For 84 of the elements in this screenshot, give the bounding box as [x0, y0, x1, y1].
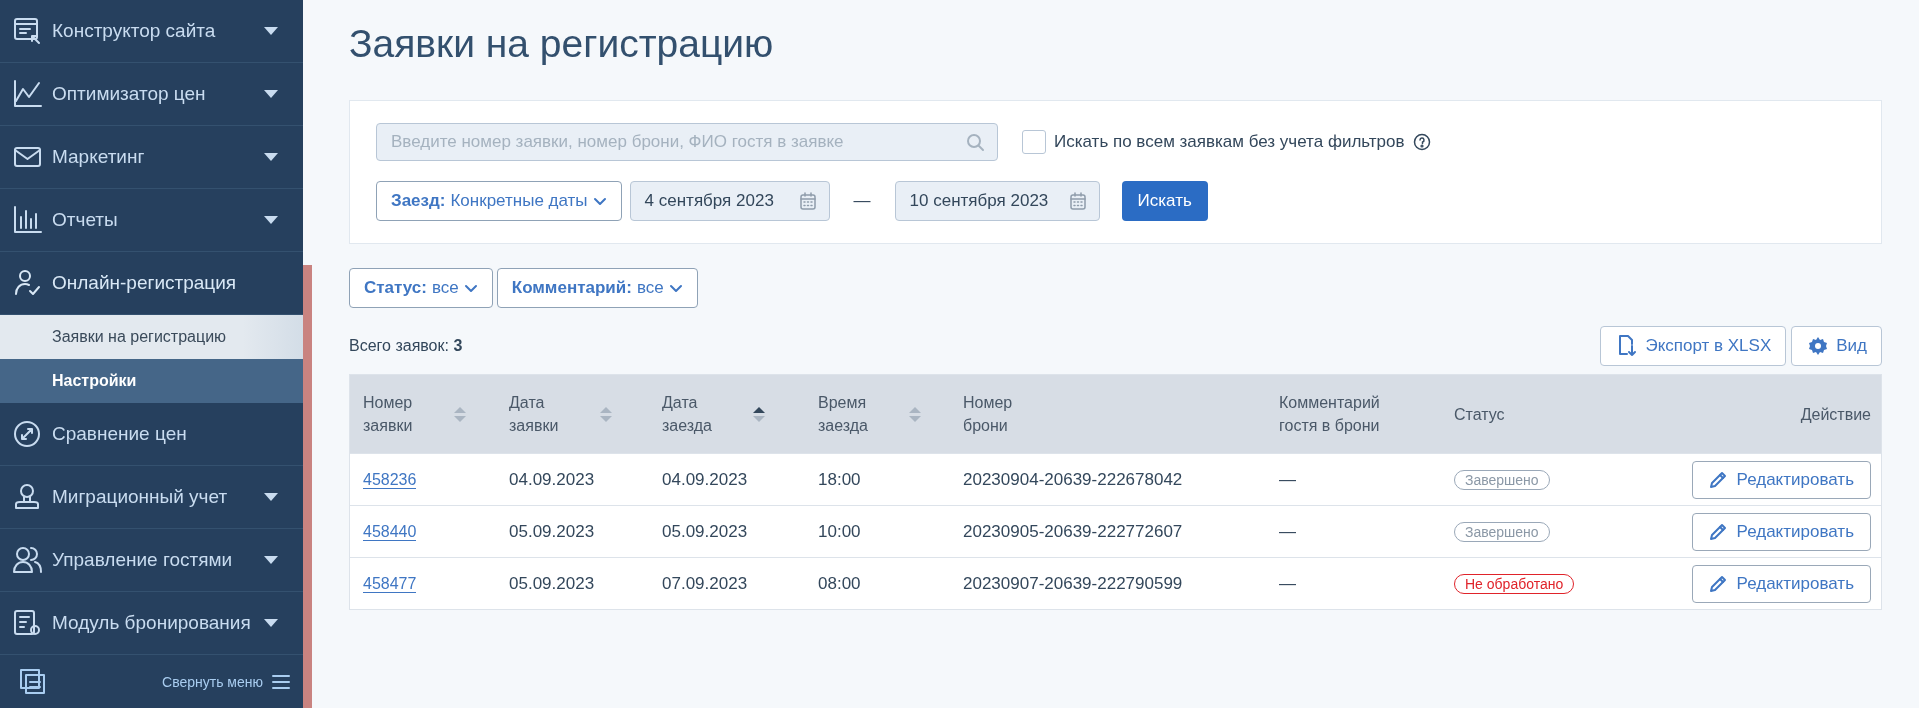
sidebar-item[interactable]: Отчеты — [0, 189, 303, 252]
gear-icon — [1808, 336, 1829, 356]
sidebar-item[interactable]: Модуль бронирования — [0, 592, 303, 655]
column-header: Номер брони — [962, 393, 1014, 436]
table-cell-text: — — [1278, 573, 1297, 594]
page-title: Заявки на регистрацию — [349, 22, 775, 66]
filter-dropdown[interactable]: Комментарий: все — [496, 268, 698, 308]
table-cell-text: 20230905-20639-222772607 — [962, 521, 1184, 542]
request-link[interactable]: 458440 — [363, 522, 417, 541]
table-cell-text: 05.09.2023 — [661, 521, 749, 542]
menu-icon — [271, 672, 291, 691]
table-cell-text: 08:00 — [817, 573, 862, 594]
table-cell-text: — — [1278, 521, 1297, 542]
people-icon — [12, 545, 42, 575]
collapse-menu-button[interactable]: Свернуть меню — [162, 672, 291, 691]
pencil-icon — [1708, 522, 1727, 541]
table-cell-text: 20230904-20639-222678042 — [962, 469, 1184, 490]
search-button[interactable]: Искать — [1121, 181, 1208, 221]
edit-button[interactable]: Редактировать — [1691, 512, 1871, 551]
column-header[interactable]: Дата заявки — [496, 391, 649, 437]
column-header[interactable]: Дата заезда — [649, 391, 805, 437]
scrollbar-thumb[interactable] — [303, 265, 312, 708]
pencil-icon — [1708, 470, 1727, 489]
calendar-icon — [798, 192, 817, 210]
caret-icon — [263, 152, 279, 162]
date-field[interactable]: 4 сентября 2023 — [629, 181, 830, 221]
bar-chart-icon — [12, 205, 42, 235]
date-type-dropdown[interactable]: Заезд: Конкретные даты — [376, 181, 622, 221]
export-button[interactable]: Экспорт в XLSX — [1600, 326, 1787, 366]
table-cell-text: 05.09.2023 — [508, 573, 596, 594]
table-cell-text: — — [1278, 469, 1297, 490]
edit-button[interactable]: Редактировать — [1691, 460, 1871, 499]
request-link[interactable]: 458236 — [363, 470, 417, 489]
search-field[interactable]: Введите номер заявки, номер брони, ФИО гостя в заявке — [376, 123, 998, 161]
submenu-item[interactable]: Настройки — [0, 359, 303, 403]
table-cell-text: 10:00 — [817, 521, 862, 542]
table-cell-text: 07.09.2023 — [661, 573, 749, 594]
help-icon — [1412, 133, 1431, 151]
caret-icon — [263, 555, 279, 565]
date-separator: — — [852, 191, 872, 211]
search-icon — [966, 132, 985, 152]
checkbox[interactable] — [1022, 130, 1046, 154]
checkbox-label: Искать по всем заявкам без учета фильтров — [1054, 132, 1405, 152]
request-link[interactable]: 458477 — [363, 574, 417, 593]
caret-icon — [263, 492, 279, 502]
sidebar-item[interactable]: Маркетинг — [0, 126, 303, 189]
filter-dropdown[interactable]: Статус: все — [349, 268, 493, 308]
caret-icon — [263, 618, 279, 628]
sidebar-item[interactable]: Миграционный учет — [0, 466, 303, 529]
calendar-icon — [1068, 192, 1087, 210]
table-cell-text: 04.09.2023 — [661, 469, 749, 490]
column-header[interactable]: Номер заявки — [350, 391, 496, 437]
search-input[interactable]: Введите номер заявки, номер брони, ФИО гостя в заявке — [389, 131, 960, 153]
windows-icon — [18, 666, 48, 697]
sidebar-item[interactable]: Конструктор сайта — [0, 0, 303, 63]
table-cell-text: 04.09.2023 — [508, 469, 596, 490]
sidebar-item[interactable]: Управление гостями — [0, 529, 303, 592]
chevron-down-icon — [668, 283, 683, 293]
file-download-icon — [1617, 335, 1638, 357]
edit-button[interactable]: Редактировать — [1691, 564, 1871, 603]
column-header: Комментарий гостя в брони — [1278, 393, 1381, 436]
chevron-down-icon — [592, 196, 607, 206]
pencil-icon — [1708, 574, 1727, 593]
column-header: Статус — [1453, 404, 1506, 425]
column-header: Действие — [1799, 404, 1872, 425]
caret-icon — [263, 215, 279, 225]
column-header[interactable]: Время заезда — [805, 391, 950, 437]
table-cell-text: 20230907-20639-222790599 — [962, 573, 1184, 594]
chevron-down-icon — [463, 283, 478, 293]
person-check-icon — [12, 268, 42, 298]
submenu-item[interactable]: Заявки на регистрацию — [0, 315, 303, 359]
caret-icon — [263, 26, 279, 36]
view-button[interactable]: Вид — [1791, 326, 1882, 366]
table-cell-text: 18:00 — [817, 469, 862, 490]
stamp-icon — [12, 482, 42, 512]
total-count: Всего заявок: 3 — [349, 337, 463, 355]
browser-window-icon — [12, 16, 42, 46]
table-cell-text: 05.09.2023 — [508, 521, 596, 542]
caret-icon — [263, 89, 279, 99]
circle-arrows-icon — [12, 419, 42, 449]
date-field[interactable]: 10 сентября 2023 — [894, 181, 1100, 221]
document-gear-icon — [12, 608, 42, 638]
sidebar-item[interactable]: Оптимизатор цен — [0, 63, 303, 126]
line-chart-icon — [12, 79, 42, 109]
